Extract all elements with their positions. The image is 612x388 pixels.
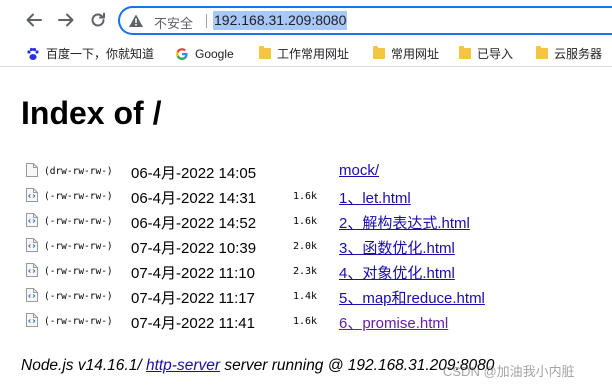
file-size: 2.3k <box>293 266 318 277</box>
file-link[interactable]: 2、解构表达式.html <box>339 212 470 233</box>
bookmark-folder-work[interactable]: 工作常用网址 <box>259 45 349 62</box>
modified-date: 06-4月-2022 14:05 <box>131 165 257 182</box>
permissions: (-rw-rw-rw-) <box>44 316 113 327</box>
watermark: CSDN @加油我小内脏 <box>443 364 575 379</box>
file-link[interactable]: 6、promise.html <box>339 312 448 333</box>
url-text[interactable]: 192.168.31.209:8080 <box>213 11 348 30</box>
html-file-icon <box>25 312 39 333</box>
baidu-paw-icon <box>26 47 40 61</box>
table-row: (drw-rw-rw-) 06-4月-2022 14:05 mock/ <box>0 159 612 183</box>
bookmark-baidu[interactable]: 百度一下，你就知道 <box>26 45 154 62</box>
bookmarks-bar: 百度一下，你就知道 Google 工作常用网址 常用网址 已导入 云服务器 <box>0 40 612 67</box>
back-button[interactable] <box>22 8 46 32</box>
table-row: (-rw-rw-rw-) 07-4月-2022 11:41 1.6k 6、promis… <box>0 309 612 333</box>
bookmark-folder-imported[interactable]: 已导入 <box>459 45 513 62</box>
permissions: (-rw-rw-rw-) <box>44 191 113 202</box>
folder-icon <box>373 46 385 59</box>
bookmark-label: 已导入 <box>477 47 514 61</box>
file-size: 2.0k <box>293 241 318 252</box>
reload-icon <box>91 12 105 27</box>
page-title: Index of / <box>21 95 162 131</box>
folder-icon <box>536 46 548 59</box>
table-row: (-rw-rw-rw-) 06-4月-2022 14:31 1.6k 1、let.ht… <box>0 184 612 208</box>
folder-icon <box>259 46 271 59</box>
address-bar[interactable]: 不安全 192.168.31.209:8080 <box>118 6 612 35</box>
arrow-left-icon <box>26 13 42 27</box>
footer-prefix: Node.js v14.16.1/ <box>21 357 146 374</box>
folder-file-icon <box>25 162 39 183</box>
file-link[interactable]: 4、对象优化.html <box>339 262 455 283</box>
table-row: (-rw-rw-rw-) 07-4月-2022 11:10 2.3k 4、对象优化.h… <box>0 259 612 283</box>
warning-icon[interactable] <box>127 12 145 30</box>
permissions: (-rw-rw-rw-) <box>44 291 113 302</box>
permissions: (-rw-rw-rw-) <box>44 241 113 252</box>
http-server-link[interactable]: http-server <box>146 357 220 374</box>
html-file-icon <box>25 212 39 233</box>
permissions: (-rw-rw-rw-) <box>44 266 113 277</box>
bookmark-label: 工作常用网址 <box>277 47 350 61</box>
html-file-icon <box>25 287 39 308</box>
google-g-icon <box>175 47 189 61</box>
arrow-right-icon <box>58 13 74 27</box>
html-file-icon <box>25 262 39 283</box>
file-size: 1.6k <box>293 191 318 202</box>
file-link[interactable]: 1、let.html <box>339 187 411 208</box>
modified-date: 06-4月-2022 14:52 <box>131 215 257 232</box>
modified-date: 07-4月-2022 10:39 <box>131 240 257 257</box>
permissions: (drw-rw-rw-) <box>44 166 113 177</box>
file-size: 1.6k <box>293 316 318 327</box>
file-size: 1.6k <box>293 216 318 227</box>
security-label[interactable]: 不安全 <box>154 13 193 32</box>
bookmark-label: 云服务器 <box>554 47 603 61</box>
folder-icon <box>459 46 471 59</box>
bookmark-label: 常用网址 <box>391 47 440 61</box>
html-file-icon <box>25 237 39 258</box>
modified-date: 06-4月-2022 14:31 <box>131 190 257 207</box>
file-link[interactable]: mock/ <box>339 162 379 179</box>
bookmark-label: Google <box>195 46 234 61</box>
forward-button[interactable] <box>54 8 78 32</box>
file-link[interactable]: 5、map和reduce.html <box>339 287 485 308</box>
file-size: 1.4k <box>293 291 318 302</box>
table-row: (-rw-rw-rw-) 07-4月-2022 11:17 1.4k 5、map和re… <box>0 284 612 308</box>
reload-button[interactable] <box>86 8 110 32</box>
table-row: (-rw-rw-rw-) 06-4月-2022 14:52 1.6k 2、解构表达式.… <box>0 209 612 233</box>
browser-toolbar: 不安全 192.168.31.209:8080 <box>0 0 612 40</box>
permissions: (-rw-rw-rw-) <box>44 216 113 227</box>
address-divider <box>206 14 207 28</box>
modified-date: 07-4月-2022 11:17 <box>131 290 255 307</box>
bookmark-folder-common[interactable]: 常用网址 <box>373 45 439 62</box>
bookmark-google[interactable]: Google <box>175 45 234 62</box>
modified-date: 07-4月-2022 11:41 <box>131 315 255 332</box>
table-row: (-rw-rw-rw-) 07-4月-2022 10:39 2.0k 3、函数优化.h… <box>0 234 612 258</box>
server-footer: Node.js v14.16.1/ http-server server run… <box>21 357 494 375</box>
modified-date: 07-4月-2022 11:10 <box>131 265 255 282</box>
file-link[interactable]: 3、函数优化.html <box>339 237 455 258</box>
html-file-icon <box>25 187 39 208</box>
bookmark-folder-cloud[interactable]: 云服务器 <box>536 45 602 62</box>
bookmark-label: 百度一下，你就知道 <box>46 47 155 61</box>
